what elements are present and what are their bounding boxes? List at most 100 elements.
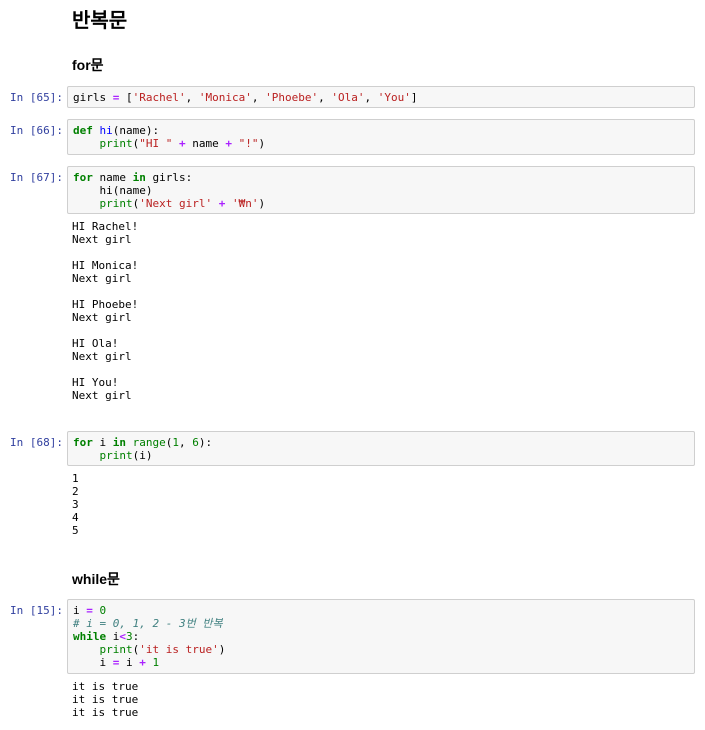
code-line: hi(name) (73, 184, 694, 197)
output-line: HI You! (72, 376, 119, 389)
output-line: Next girl (72, 311, 132, 324)
code-token: i (73, 604, 87, 617)
code-token: 0 (99, 604, 107, 617)
cell-prompt: In [66]: (10, 124, 63, 137)
code-token: i (106, 630, 120, 643)
code-token: "HI " (139, 137, 173, 150)
code-line: while i<3: (73, 630, 694, 643)
code-token: while (73, 630, 107, 643)
code-token: # i = 0, 1, 2 - 3번 반복 (73, 617, 223, 630)
code-token: 'Phoebe' (265, 91, 319, 104)
code-token: : (132, 630, 140, 643)
code-cell[interactable]: for i in range(1, 6): print(i) (67, 431, 695, 466)
code-token: ] (410, 91, 418, 104)
code-token: , (364, 91, 378, 104)
code-line: print('Next girl' + '₩n') (73, 197, 694, 210)
code-token: '₩n' (231, 197, 259, 210)
code-token: , (251, 91, 266, 104)
code-token: print (99, 197, 133, 210)
code-token: i (119, 656, 140, 669)
code-token: ): (198, 436, 213, 449)
cell-prompt: In [68]: (10, 436, 63, 449)
code-line: girls = ['Rachel', 'Monica', 'Phoebe', '… (73, 91, 694, 104)
code-token: in (132, 171, 146, 184)
code-token: ) (218, 643, 226, 656)
output-line: it is true (72, 680, 139, 693)
code-token: ) (258, 197, 266, 210)
output-line: 4 (72, 511, 79, 524)
code-token: + (179, 137, 186, 150)
output-line: HI Phoebe! (72, 298, 139, 311)
code-cell[interactable]: for name in girls: hi(name) print('Next … (67, 166, 695, 214)
code-token: 'Rachel' (132, 91, 186, 104)
code-token: range (132, 436, 166, 449)
code-token: name (92, 171, 133, 184)
code-token: "!" (238, 137, 259, 150)
output-line: Next girl (72, 350, 132, 363)
cell-prompt: In [65]: (10, 91, 63, 104)
output-line: 5 (72, 524, 79, 537)
section-heading-for: for문 (72, 57, 104, 73)
code-line: print('it is true') (73, 643, 694, 656)
output-line: 3 (72, 498, 79, 511)
code-token: print (99, 137, 133, 150)
code-token: i (92, 436, 113, 449)
code-token: 'Next girl' (139, 197, 213, 210)
output-line: 2 (72, 485, 79, 498)
cell-output: it is true it is true it is true (72, 680, 138, 719)
code-cell[interactable]: i = 0 # i = 0, 1, 2 - 3번 반복 while i<3: pri… (67, 599, 695, 674)
code-token: for (73, 436, 93, 449)
output-line: it is true (72, 693, 139, 706)
code-token: girls (73, 91, 113, 104)
code-line: i = 0 (73, 604, 694, 617)
code-token: hi(name) (73, 184, 153, 197)
code-token: print (99, 643, 133, 656)
code-token: hi (99, 124, 113, 137)
cell-output: 12345 (72, 472, 79, 537)
code-token: = (86, 604, 93, 617)
code-token: , (318, 91, 332, 104)
code-token: 6 (192, 436, 199, 449)
output-line: it is true (72, 706, 139, 719)
output-line: HI Ola! (72, 337, 119, 350)
code-cell[interactable]: girls = ['Rachel', 'Monica', 'Phoebe', '… (67, 86, 695, 108)
code-line: def hi(name): (73, 124, 694, 137)
code-token: name (185, 137, 226, 150)
code-token: , (179, 436, 193, 449)
code-token: [ (119, 91, 133, 104)
code-token: print (99, 449, 133, 462)
code-token: 'Ola' (331, 91, 365, 104)
code-token: i (73, 656, 113, 669)
code-token: in (112, 436, 126, 449)
output-line: HI Rachel! (72, 220, 139, 233)
code-token: + (139, 656, 146, 669)
code-cell[interactable]: def hi(name): print("HI " + name + "!") (67, 119, 695, 155)
output-line: 1 (72, 472, 79, 485)
cell-prompt: In [15]: (10, 604, 63, 617)
cell-output: HI Rachel! Next girl HI Monica! Next girl HI… (72, 220, 138, 415)
code-token: + (225, 137, 232, 150)
output-line: Next girl (72, 389, 132, 402)
code-token: , (185, 91, 199, 104)
code-token: for (73, 171, 93, 184)
code-token: 3 (126, 630, 133, 643)
code-line: # i = 0, 1, 2 - 3번 반복 (73, 617, 694, 630)
code-line: print(i) (73, 449, 694, 462)
section-heading-while: while문 (72, 571, 120, 587)
page-title: 반복문 (72, 10, 128, 32)
code-line: i = i + 1 (73, 656, 694, 669)
code-token: (i) (132, 449, 153, 462)
